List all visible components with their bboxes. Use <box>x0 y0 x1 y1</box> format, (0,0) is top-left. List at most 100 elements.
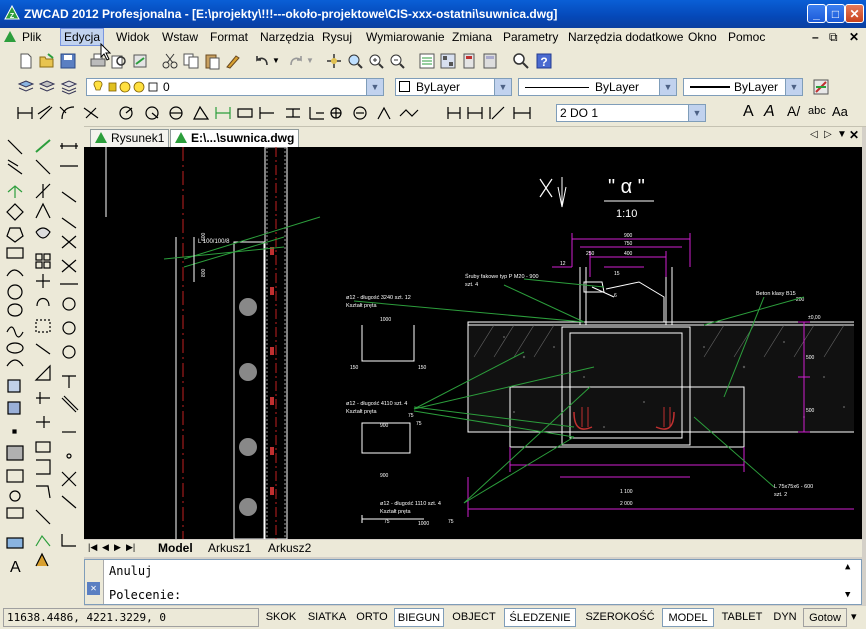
properties-icon[interactable] <box>418 52 436 70</box>
menu-plik[interactable]: Plik <box>22 30 41 44</box>
tab-rysunek1[interactable]: Rysunek1 <box>90 129 170 147</box>
plot-style-icon[interactable] <box>812 78 830 96</box>
dim-1000: 1000 <box>380 317 391 323</box>
status-object[interactable]: OBJECT <box>448 608 500 627</box>
tab-scroll-left-icon[interactable]: ◁ <box>810 129 818 140</box>
undo-icon[interactable] <box>253 52 271 70</box>
menu-edycja[interactable]: Edycja <box>60 28 105 46</box>
match-properties-icon[interactable] <box>224 52 242 70</box>
status-biegun[interactable]: BIEGUN <box>394 608 444 627</box>
dimstyle-value: 2 DO 1 <box>560 106 599 120</box>
dim-150a: 150 <box>350 365 359 371</box>
drawing-tab-icon <box>175 132 187 143</box>
label-l75: L 75x75x6 - 600 <box>774 484 813 490</box>
design-center-icon[interactable] <box>439 52 457 70</box>
doc-close-button[interactable]: ✕ <box>849 30 859 44</box>
menu-rysuj[interactable]: Rysuj <box>322 30 352 44</box>
zoom-window-icon[interactable] <box>367 52 385 70</box>
close-button[interactable]: ✕ <box>845 4 864 23</box>
layout-next-icon[interactable]: ▶ <box>114 542 121 553</box>
zoom-previous-icon[interactable] <box>388 52 406 70</box>
menu-wymiarowanie[interactable]: Wymiarowanie <box>366 30 445 44</box>
status-szerokosc[interactable]: SZEROKOŚĆ <box>582 608 658 627</box>
edit-text-icon[interactable]: A <box>764 103 775 121</box>
doc-restore-button[interactable]: ⧉ <box>829 30 838 45</box>
color-dropdown[interactable]: ByLayer ▼ <box>395 78 512 96</box>
menu-pomoc[interactable]: Pomoc <box>728 30 765 44</box>
pan-icon[interactable] <box>325 52 343 70</box>
status-skok[interactable]: SKOK <box>262 608 300 627</box>
command-window-grip[interactable]: ✕ <box>85 560 104 604</box>
color-dropdown-arrow-icon[interactable]: ▼ <box>494 79 511 95</box>
tab-close-icon[interactable]: ✕ <box>849 128 859 142</box>
drawing-canvas[interactable]: L 100/100/8 600 800 " α " 1:10 900 750 4… <box>84 147 862 539</box>
layout-last-icon[interactable]: ▶| <box>126 542 135 553</box>
status-tablet[interactable]: TABLET <box>718 608 766 627</box>
tab-model[interactable]: Model <box>158 541 193 555</box>
undo-dropdown-icon[interactable]: ▼ <box>272 52 280 70</box>
linetype-dropdown-arrow-icon[interactable]: ▼ <box>659 79 676 95</box>
linetype-dropdown[interactable]: ByLayer ▼ <box>518 78 677 96</box>
menu-narzedzia[interactable]: Narzędzia <box>260 30 314 44</box>
menu-zmiana[interactable]: Zmiana <box>452 30 492 44</box>
maximize-button[interactable]: □ <box>826 4 845 23</box>
status-dyn[interactable]: DYN <box>770 608 800 627</box>
layout-first-icon[interactable]: |◀ <box>88 542 97 553</box>
tab-arkusz2[interactable]: Arkusz2 <box>268 541 311 555</box>
calculator-icon[interactable] <box>481 52 499 70</box>
layer-dropdown-arrow-icon[interactable]: ▼ <box>366 79 383 95</box>
command-window[interactable]: ✕ Anuluj Polecenie: ▲ ▼ <box>84 559 862 605</box>
spell-check-icon[interactable]: abc <box>808 105 826 117</box>
dimstyle-dropdown[interactable]: 2 DO 1 ▼ <box>556 104 706 122</box>
tab-list-icon[interactable]: ▼ <box>837 129 847 140</box>
cut-icon[interactable] <box>161 52 179 70</box>
menu-widok[interactable]: Widok <box>116 30 149 44</box>
zoom-realtime-icon[interactable] <box>346 52 364 70</box>
paste-icon[interactable] <box>203 52 221 70</box>
dimstyle-dropdown-arrow-icon[interactable]: ▼ <box>688 105 705 121</box>
command-prompt[interactable]: Polecenie: <box>109 588 181 602</box>
lineweight-dropdown-arrow-icon[interactable]: ▼ <box>785 79 802 95</box>
layer-manager-icon[interactable] <box>17 78 35 96</box>
menu-wstaw[interactable]: Wstaw <box>162 30 198 44</box>
help-icon[interactable]: ? <box>535 52 553 70</box>
publish-icon[interactable] <box>131 52 149 70</box>
status-model[interactable]: MODEL <box>662 608 714 627</box>
tab-scroll-right-icon[interactable]: ▷ <box>824 129 832 140</box>
save-icon[interactable] <box>59 52 77 70</box>
status-orto[interactable]: ORTO <box>353 608 391 627</box>
copy-icon[interactable] <box>182 52 200 70</box>
layout-prev-icon[interactable]: ◀ <box>102 542 109 553</box>
find-text-icon[interactable]: Aa <box>832 104 848 119</box>
status-tray-icon[interactable]: ▾ <box>851 610 857 623</box>
text-style-icon[interactable]: A <box>743 103 754 121</box>
text-align-icon[interactable]: A/ <box>787 103 800 119</box>
tab-arkusz1[interactable]: Arkusz1 <box>208 541 251 555</box>
cmd-scroll-up-icon[interactable]: ▲ <box>845 562 850 572</box>
find-icon[interactable] <box>512 52 530 70</box>
status-siatka[interactable]: SIATKA <box>304 608 350 627</box>
command-close-icon[interactable]: ✕ <box>87 582 100 595</box>
document-icon[interactable] <box>3 30 17 44</box>
doc-minimize-button[interactable]: – <box>812 30 819 44</box>
dim-75d: 75 <box>448 519 454 525</box>
tab-suwnica[interactable]: E:\...\suwnica.dwg <box>170 129 300 147</box>
layer-dropdown[interactable]: 0 ▼ <box>86 78 384 96</box>
open-file-icon[interactable] <box>38 52 56 70</box>
new-file-icon[interactable] <box>17 52 35 70</box>
menu-narzedzia-dodatkowe[interactable]: Narzędzia dodatkowe <box>568 30 683 44</box>
status-sledzenie[interactable]: ŚLEDZENIE <box>504 608 576 627</box>
menu-okno[interactable]: Okno <box>688 30 717 44</box>
minimize-button[interactable]: _ <box>807 4 826 23</box>
tool-palettes-icon[interactable] <box>460 52 478 70</box>
label-beton: Beton klasy B15 <box>756 291 796 297</box>
make-object-layer-current-icon[interactable] <box>38 78 56 96</box>
print-preview-icon[interactable] <box>110 52 128 70</box>
cmd-scroll-down-icon[interactable]: ▼ <box>845 590 850 600</box>
redo-icon[interactable] <box>287 52 305 70</box>
menu-parametry[interactable]: Parametry <box>503 30 558 44</box>
layer-previous-icon[interactable] <box>60 78 78 96</box>
redo-dropdown-icon[interactable]: ▼ <box>306 52 314 70</box>
lineweight-dropdown[interactable]: ByLayer ▼ <box>683 78 803 96</box>
menu-format[interactable]: Format <box>210 30 248 44</box>
